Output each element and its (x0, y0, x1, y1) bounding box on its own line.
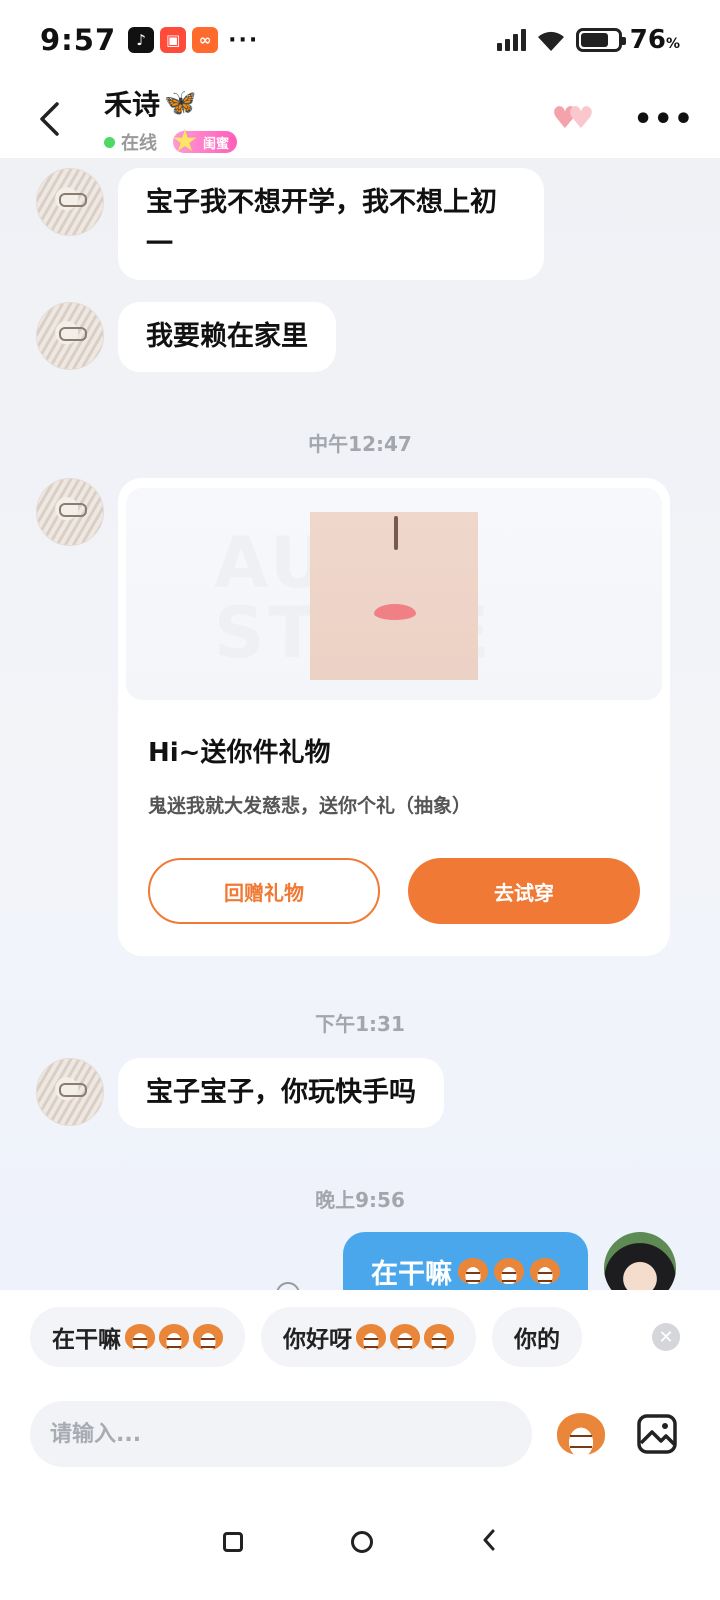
monkey-emoji-icon (530, 1258, 560, 1284)
status-bar: 9:57 ♪ ▣ ∞ ··· 76% (0, 0, 720, 80)
quick-reply-text: 在干嘛 (52, 1327, 121, 1353)
face-lips (374, 604, 416, 620)
quick-reply-chip[interactable]: 你的 (492, 1307, 582, 1367)
more-options-icon[interactable]: ••• (633, 102, 694, 137)
contact-name-row: 禾诗 🦋 (104, 83, 237, 123)
battery-text: 76% (630, 25, 680, 55)
relation-label: 闺蜜 (203, 136, 230, 152)
monkey-emoji-icon (193, 1324, 223, 1350)
contact-avatar[interactable] (36, 302, 104, 370)
gift-image-area: AURA STORE (126, 488, 662, 700)
status-time: 9:57 (40, 23, 117, 57)
monkey-emoji-icon (356, 1324, 386, 1350)
signal-icon (496, 29, 526, 51)
wifi-icon (537, 31, 564, 51)
red-app-icon: ▣ (160, 27, 187, 53)
battery-fill (580, 33, 609, 47)
relation-badge[interactable]: ★ 闺蜜 (172, 124, 238, 159)
chevron-left-icon (40, 102, 59, 136)
header-actions: ♥ ♥ ••• (551, 102, 720, 137)
contact-info[interactable]: 禾诗 🦋 在线 ★ 闺蜜 (104, 83, 238, 159)
status-right: 76% (496, 25, 680, 55)
message-bubble[interactable]: 宝子我不想开学，我不想上初一 (118, 168, 544, 280)
face-nose (394, 516, 398, 550)
tiktok-icon: ♪ (128, 27, 155, 53)
contact-status-row: 在线 ★ 闺蜜 (104, 124, 238, 159)
system-nav-bar (0, 1484, 720, 1600)
nav-back-icon[interactable] (481, 1529, 497, 1555)
timestamp: 晚上9:56 (315, 1188, 405, 1212)
timestamp: 中午12:47 (308, 432, 412, 456)
my-message-text: 在干嘛 (371, 1258, 452, 1290)
image-icon[interactable] (636, 1413, 678, 1455)
try-on-button[interactable]: 去试穿 (408, 858, 640, 924)
message-row (36, 478, 104, 546)
battery-percent: 76 (629, 25, 666, 55)
quick-replies: 在干嘛 你好呀 你的 ✕ (0, 1290, 720, 1384)
monkey-emoji-icon (390, 1324, 420, 1350)
status-more-icon: ··· (228, 27, 260, 53)
message-input[interactable] (30, 1401, 532, 1467)
chat-area[interactable]: 宝子我不想开学，我不想上初一 我要赖在家里 中午12:47 AURA STORE… (0, 158, 720, 1290)
quick-reply-chip[interactable]: 在干嘛 (30, 1307, 245, 1367)
my-message-bubble[interactable]: 在干嘛 (343, 1232, 588, 1290)
timestamp: 下午1:31 (315, 1012, 405, 1036)
input-bar (0, 1384, 720, 1484)
message-bubble[interactable]: 我要赖在家里 (118, 302, 336, 372)
home-icon[interactable] (351, 1531, 373, 1553)
battery-icon (575, 28, 626, 52)
message-bubble[interactable]: 宝子宝子，你玩快手吗 (118, 1058, 444, 1128)
close-quick-replies-icon[interactable]: ✕ (652, 1323, 680, 1351)
contact-avatar[interactable] (36, 168, 104, 236)
star-icon: ★ (171, 123, 199, 159)
contact-avatar[interactable] (36, 478, 104, 546)
battery-unit: % (665, 36, 680, 52)
monkey-emoji-icon (125, 1324, 155, 1350)
recent-apps-icon[interactable] (223, 1532, 243, 1552)
monkey-emoji-icon (458, 1258, 488, 1284)
online-dot-icon (104, 136, 115, 148)
status-app-icons: ♪ ▣ ∞ (128, 27, 219, 53)
gift-buttons: 回赠礼物 去试穿 (148, 858, 662, 924)
gift-face-image (310, 512, 478, 680)
message-row: 宝子宝子，你玩快手吗 (36, 1058, 444, 1128)
message-row: 我要赖在家里 (36, 302, 336, 372)
resend-icon[interactable] (276, 1282, 300, 1290)
contact-avatar[interactable] (36, 1058, 104, 1126)
back-button[interactable] (0, 80, 100, 158)
gift-card[interactable]: AURA STORE Hi~送你件礼物 鬼迷我就大发慈悲，送你个礼（抽象） 回赠… (118, 478, 670, 956)
emoji-button[interactable] (556, 1409, 606, 1459)
my-message-row: 在干嘛 (343, 1232, 676, 1290)
return-gift-button[interactable]: 回赠礼物 (148, 858, 380, 924)
gift-title: Hi~送你件礼物 (148, 738, 331, 768)
monkey-emoji-icon (557, 1413, 605, 1455)
my-avatar[interactable] (604, 1232, 676, 1290)
quick-reply-text: 你的 (514, 1327, 560, 1353)
monkey-emoji-icon (424, 1324, 454, 1350)
quick-reply-chip[interactable]: 你好呀 (261, 1307, 476, 1367)
orange-app-icon: ∞ (192, 27, 219, 53)
quick-reply-text: 你好呀 (283, 1327, 352, 1353)
contact-name: 禾诗 (104, 88, 161, 121)
message-row: 宝子我不想开学，我不想上初一 (36, 168, 544, 280)
gift-description: 鬼迷我就大发慈悲，送你个礼（抽象） (148, 795, 472, 817)
butterfly-icon: 🦋 (164, 88, 197, 118)
monkey-emoji-icon (494, 1258, 524, 1284)
intimacy-hearts-icon[interactable]: ♥ ♥ (551, 104, 597, 134)
chat-header: 禾诗 🦋 在线 ★ 闺蜜 ♥ ♥ ••• (0, 80, 720, 159)
online-status: 在线 (121, 133, 157, 154)
monkey-emoji-icon (159, 1324, 189, 1350)
